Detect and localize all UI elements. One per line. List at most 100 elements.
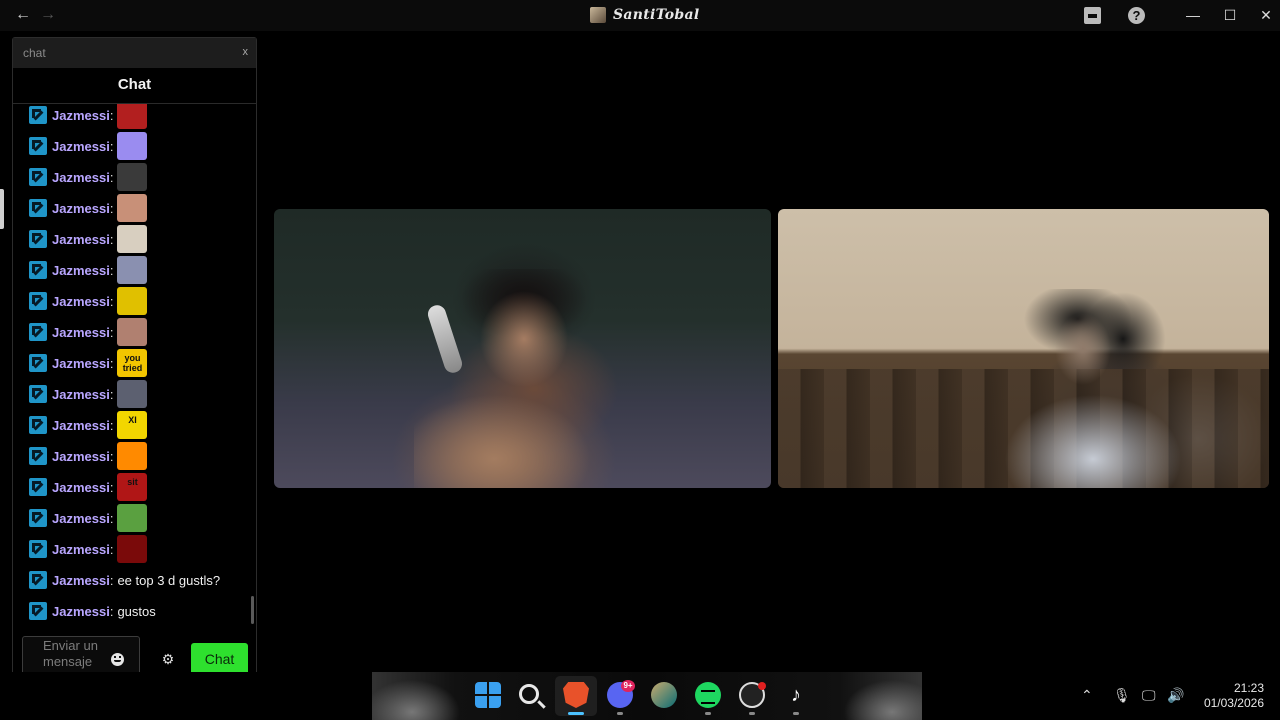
moderator-badge-icon[interactable]	[29, 478, 47, 496]
chat-emote[interactable]	[117, 504, 148, 532]
network-icon[interactable]: 🖵	[1142, 686, 1156, 704]
chat-username[interactable]: Jazmessi	[52, 356, 110, 371]
chat-message: Jazmessi:	[29, 132, 148, 160]
chat-separator: :	[109, 324, 114, 340]
chat-emote[interactable]	[117, 256, 148, 284]
chat-username[interactable]: Jazmessi	[52, 232, 110, 247]
chat-username[interactable]: Jazmessi	[52, 263, 110, 278]
moderator-badge-icon[interactable]	[29, 540, 47, 558]
chat-message-text: gustos	[117, 603, 156, 619]
moderator-badge-icon[interactable]	[29, 323, 47, 341]
chat-scrollbar[interactable]	[251, 596, 254, 624]
clock-date: 01/03/2026	[1203, 696, 1264, 710]
chat-username[interactable]: Jazmessi	[52, 170, 110, 185]
window-title: SantiTobal	[613, 7, 700, 23]
chat-username[interactable]: Jazmessi	[52, 418, 110, 433]
chat-close-button[interactable]: x	[243, 46, 249, 58]
moderator-badge-icon[interactable]	[29, 416, 47, 434]
chat-username[interactable]: Jazmessi	[52, 542, 110, 557]
chat-separator: :	[109, 169, 114, 185]
chat-separator: :	[109, 231, 114, 247]
window-title-group: SantiTobal	[590, 6, 699, 24]
moderator-badge-icon[interactable]	[29, 354, 47, 372]
chat-username[interactable]: Jazmessi	[52, 139, 110, 154]
chat-separator: :	[109, 541, 114, 557]
chat-username[interactable]: Jazmessi	[52, 511, 110, 526]
moderator-badge-icon[interactable]	[29, 199, 47, 217]
chat-username[interactable]: Jazmessi	[52, 573, 110, 588]
chat-emote[interactable]	[117, 318, 148, 346]
chat-popout-label: chat	[23, 46, 46, 60]
spotify-icon[interactable]	[695, 682, 721, 708]
moderator-badge-icon[interactable]	[29, 602, 47, 620]
running-indicator	[568, 712, 584, 715]
channel-avatar	[590, 7, 606, 23]
chat-separator: :	[109, 262, 114, 278]
close-button[interactable]: ✕	[1256, 6, 1276, 24]
emoji-icon[interactable]	[111, 653, 124, 666]
microphone-icon[interactable]: 🎙	[1113, 686, 1131, 704]
video-tile-right[interactable]	[778, 209, 1269, 488]
chat-message: Jazmessi:	[29, 442, 148, 470]
chat-emote[interactable]	[117, 380, 148, 408]
search-icon[interactable]	[519, 684, 539, 704]
league-icon[interactable]	[651, 682, 677, 708]
chat-username[interactable]: Jazmessi	[52, 201, 110, 216]
video-participant-left	[414, 269, 614, 488]
chat-separator: :	[109, 386, 114, 402]
moderator-badge-icon[interactable]	[29, 168, 47, 186]
start-icon[interactable]	[475, 682, 501, 708]
chat-username[interactable]: Jazmessi	[52, 294, 110, 309]
moderator-badge-icon[interactable]	[29, 292, 47, 310]
moderator-badge-icon[interactable]	[29, 447, 47, 465]
forward-arrow-icon[interactable]: →	[39, 6, 57, 24]
moderator-badge-icon[interactable]	[29, 137, 47, 155]
chat-message: Jazmessi:	[29, 318, 148, 346]
moderator-badge-icon[interactable]	[29, 261, 47, 279]
chat-separator: :	[109, 138, 114, 154]
system-clock[interactable]: 21:23 01/03/2026	[1200, 681, 1264, 711]
chat-emote[interactable]	[117, 132, 148, 160]
moderator-badge-icon[interactable]	[29, 106, 47, 124]
volume-icon[interactable]: 🔊	[1167, 686, 1184, 704]
back-arrow-icon[interactable]: ←	[14, 6, 32, 24]
chat-message: Jazmessi: XI	[29, 411, 148, 439]
chat-username[interactable]: Jazmessi	[52, 325, 110, 340]
chat-username[interactable]: Jazmessi	[52, 449, 110, 464]
moderator-badge-icon[interactable]	[29, 230, 47, 248]
inbox-icon[interactable]	[1084, 7, 1101, 24]
help-icon[interactable]: ?	[1128, 7, 1145, 24]
chat-message: Jazmessi:	[29, 163, 148, 191]
tiktok-icon[interactable]: ♪	[783, 682, 809, 708]
chat-emote[interactable]	[117, 104, 148, 129]
title-bar: ← → SantiTobal ? — ☐ ✕	[0, 0, 1280, 31]
chat-username[interactable]: Jazmessi	[52, 387, 110, 402]
minimize-button[interactable]: —	[1183, 6, 1203, 24]
obs-recording-dot	[758, 682, 766, 690]
chat-emote[interactable]	[117, 194, 148, 222]
chat-emote[interactable]	[117, 163, 148, 191]
video-tile-left[interactable]	[274, 209, 771, 488]
moderator-badge-icon[interactable]	[29, 509, 47, 527]
moderator-badge-icon[interactable]	[29, 385, 47, 403]
chat-username[interactable]: Jazmessi	[52, 604, 110, 619]
chevron-up-icon[interactable]: ⌃	[1081, 686, 1093, 704]
chat-username[interactable]: Jazmessi	[52, 480, 110, 495]
chat-emote[interactable]	[117, 442, 148, 470]
moderator-badge-icon[interactable]	[29, 571, 47, 589]
maximize-button[interactable]: ☐	[1220, 6, 1240, 24]
chat-emote[interactable]	[117, 287, 148, 315]
chat-message: Jazmessi:	[29, 504, 148, 532]
chat-emote[interactable]	[117, 225, 148, 253]
chat-message: Jazmessi:	[29, 380, 148, 408]
chat-emote[interactable]: you tried	[117, 349, 148, 377]
chat-emote[interactable]: sit	[117, 473, 148, 501]
video-participant-right	[983, 289, 1183, 488]
gear-icon[interactable]: ⚙	[161, 652, 175, 666]
chat-message-list[interactable]: Jazmessi: Jazmessi: Jazmessi: Jazmessi: Jazm…	[13, 104, 256, 626]
chat-emote[interactable]	[117, 535, 148, 563]
chat-username[interactable]: Jazmessi	[52, 108, 110, 123]
chat-emote[interactable]: XI	[117, 411, 148, 439]
chat-header: Chat	[13, 68, 256, 104]
chat-separator: :	[109, 510, 114, 526]
